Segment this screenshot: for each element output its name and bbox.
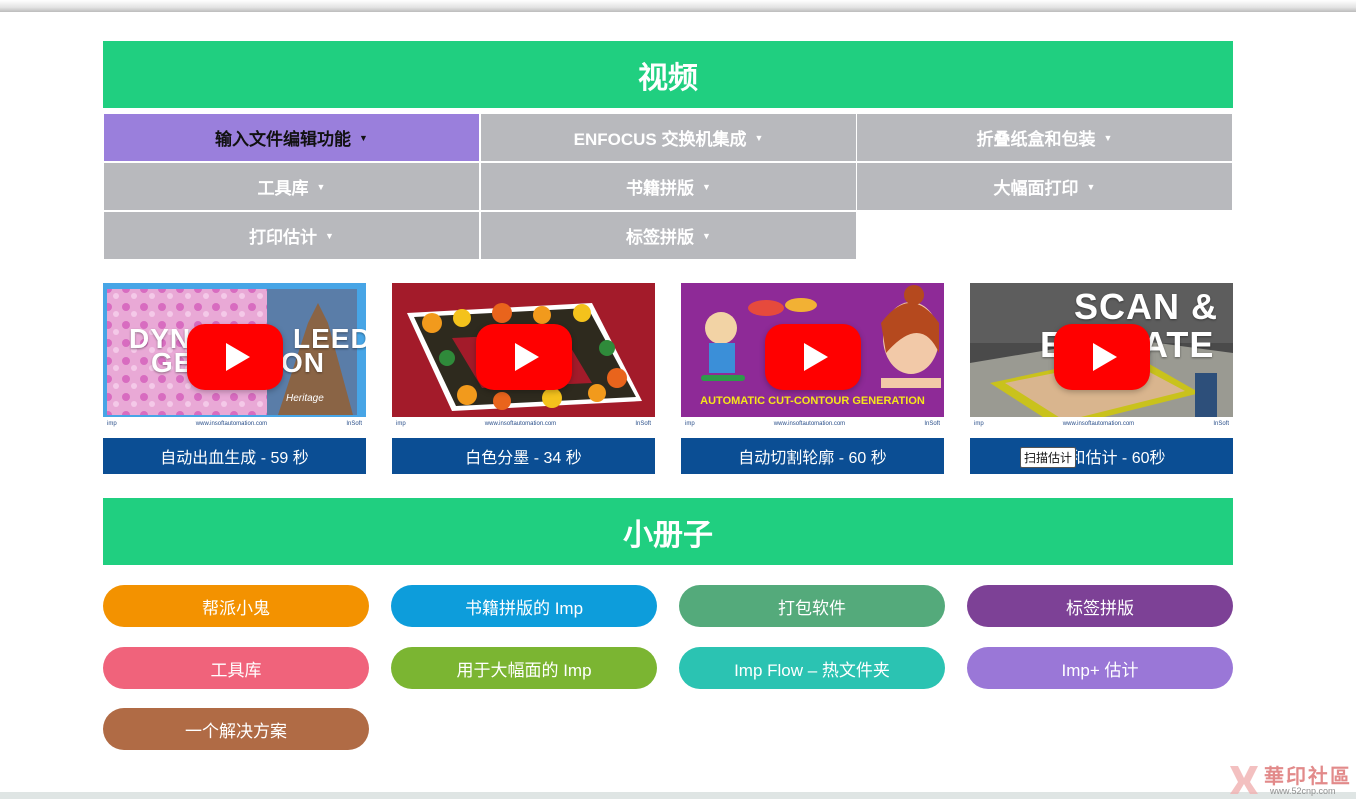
thumb-url: www.insoftautomation.com: [1062, 421, 1135, 427]
insoft-logo: InSoft: [346, 421, 362, 427]
insoft-logo: InSoft: [924, 421, 940, 427]
tab-toolkit[interactable]: 工具库 ▼: [103, 162, 480, 211]
tab-label: 打印估计: [249, 228, 318, 247]
imp-logo: imp: [974, 421, 984, 427]
youtube-play-icon[interactable]: [1053, 324, 1150, 390]
tab-label: 大幅面打印: [993, 179, 1079, 198]
video-thumbnail[interactable]: DYN LEED GE ON Heritage imp www.insoftau…: [103, 283, 366, 431]
thumb-title-text: SCAN &: [1074, 286, 1219, 327]
brochure-button-imp-plus-estimate[interactable]: Imp+ 估计: [967, 647, 1233, 689]
tab-label: 标签拼版: [626, 228, 695, 247]
video-caption-text: 白色分墨 - 34 秒: [465, 450, 582, 467]
brochure-button-book-imp[interactable]: 书籍拼版的 Imp: [391, 585, 657, 627]
caret-down-icon: ▼: [702, 231, 711, 241]
imp-logo: imp: [685, 421, 695, 427]
youtube-play-icon[interactable]: [186, 324, 283, 390]
caret-down-icon: ▼: [702, 182, 711, 192]
caret-down-icon: ▼: [754, 133, 764, 143]
video-card-white-separation[interactable]: imp www.insoftautomation.com InSoft 白色分墨…: [392, 283, 655, 474]
youtube-play-icon[interactable]: [764, 324, 861, 390]
caret-down-icon: ▼: [316, 182, 326, 192]
tab-book-imposition[interactable]: 书籍拼版 ▼: [480, 162, 857, 211]
tab-label: 输入文件编辑功能: [215, 130, 352, 149]
brochure-label: 打包软件: [778, 598, 846, 618]
video-caption[interactable]: 自动切割轮廓 - 60 秒: [681, 438, 944, 474]
brochure-section-header: 小册子: [103, 498, 1233, 565]
tab-label: 工具库: [257, 179, 309, 198]
brochure-label: 用于大幅面的 Imp: [456, 660, 592, 680]
imp-logo: imp: [396, 421, 406, 427]
brochure-label: 帮派小鬼: [202, 598, 270, 618]
tab-input-file-editing[interactable]: 输入文件编辑功能 ▼: [103, 113, 480, 162]
watermark-logo: 華印社區 www.52cnp.com: [1224, 760, 1356, 798]
video-caption[interactable]: 自动出血生成 - 59 秒: [103, 438, 366, 474]
video-thumbnail[interactable]: imp www.insoftautomation.com InSoft: [392, 283, 655, 431]
tab-wide-format[interactable]: 大幅面打印 ▼: [856, 162, 1233, 211]
video-thumbnail[interactable]: SCAN & E ATE imp www.insoftautomation.co…: [970, 283, 1233, 431]
video-thumbnail[interactable]: AUTOMATIC CUT-CONTOUR GENERATION imp www…: [681, 283, 944, 431]
youtube-play-icon[interactable]: [475, 324, 572, 390]
video-section-header: 视频: [103, 41, 1233, 108]
brochure-button-toolkit[interactable]: 工具库: [103, 647, 369, 689]
watermark-text: 華印社區: [1264, 766, 1352, 788]
caption-tooltip: 扫描估计: [1020, 447, 1077, 468]
tab-enfocus-switch[interactable]: ENFOCUS 交换机集成 ▼: [480, 113, 857, 162]
watermark-emblem-icon: [1230, 766, 1258, 794]
thumb-footer: imp www.insoftautomation.com InSoft: [103, 417, 366, 431]
watermark-url: www.52cnp.com: [1270, 786, 1336, 796]
video-caption-text: 自动切割轮廓 - 60 秒: [738, 450, 887, 467]
video-section-title: 视频: [638, 61, 698, 95]
brochure-label: Imp Flow – 热文件夹: [734, 660, 890, 680]
thumb-caption-text: Heritage: [286, 393, 324, 404]
thumb-banner-text: AUTOMATIC CUT-CONTOUR GENERATION: [700, 395, 925, 407]
insoft-logo: InSoft: [635, 421, 651, 427]
tab-label-imposition[interactable]: 标签拼版 ▼: [480, 211, 857, 260]
brochure-button-imp-flow[interactable]: Imp Flow – 热文件夹: [679, 647, 945, 689]
brochure-label: 工具库: [210, 660, 262, 680]
thumb-title-text: ATE: [1142, 324, 1215, 365]
bottom-border: [0, 792, 1356, 799]
thumb-footer: imp www.insoftautomation.com InSoft: [681, 417, 944, 431]
thumb-url: www.insoftautomation.com: [195, 421, 268, 427]
tab-label: ENFOCUS 交换机集成: [573, 130, 747, 149]
video-caption[interactable]: 扫描和估计 - 60秒 扫描估计: [970, 438, 1233, 474]
thumb-footer: imp www.insoftautomation.com InSoft: [392, 417, 655, 431]
video-card-auto-bleed[interactable]: DYN LEED GE ON Heritage imp www.insoftau…: [103, 283, 366, 474]
top-border: [0, 0, 1356, 12]
video-card-scan-estimate[interactable]: SCAN & E ATE imp www.insoftautomation.co…: [970, 283, 1233, 474]
tab-label: 书籍拼版: [626, 179, 695, 198]
brochure-button-packaging[interactable]: 打包软件: [679, 585, 945, 627]
brochure-label: Imp+ 估计: [1061, 660, 1139, 680]
video-card-cut-contour[interactable]: AUTOMATIC CUT-CONTOUR GENERATION imp www…: [681, 283, 944, 474]
tab-folding-carton[interactable]: 折叠纸盒和包装 ▼: [856, 113, 1233, 162]
brochure-label: 标签拼版: [1066, 598, 1134, 618]
brochure-label: 书籍拼版的 Imp: [464, 598, 584, 618]
brochure-button-one-solution[interactable]: 一个解决方案: [103, 708, 369, 750]
imp-logo: imp: [107, 421, 117, 427]
brochure-button-wide-format[interactable]: 用于大幅面的 Imp: [391, 647, 657, 689]
caret-down-icon: ▼: [1086, 182, 1096, 192]
brochure-button-gang-imp[interactable]: 帮派小鬼: [103, 585, 369, 627]
caret-down-icon: ▼: [1103, 133, 1113, 143]
thumb-footer: imp www.insoftautomation.com InSoft: [970, 417, 1233, 431]
thumb-url: www.insoftautomation.com: [773, 421, 846, 427]
brochure-section-title: 小册子: [623, 518, 713, 552]
brochure-button-label-imp[interactable]: 标签拼版: [967, 585, 1233, 627]
thumb-title-text: ON: [281, 347, 325, 378]
caret-down-icon: ▼: [359, 133, 368, 143]
tab-label: 折叠纸盒和包装: [976, 130, 1096, 149]
brochure-label: 一个解决方案: [185, 721, 287, 741]
insoft-logo: InSoft: [1213, 421, 1229, 427]
tab-print-estimate[interactable]: 打印估计 ▼: [103, 211, 480, 260]
video-caption-text: 自动出血生成 - 59 秒: [160, 450, 309, 467]
caret-down-icon: ▼: [325, 231, 334, 241]
thumb-url: www.insoftautomation.com: [484, 421, 557, 427]
video-caption[interactable]: 白色分墨 - 34 秒: [392, 438, 655, 474]
